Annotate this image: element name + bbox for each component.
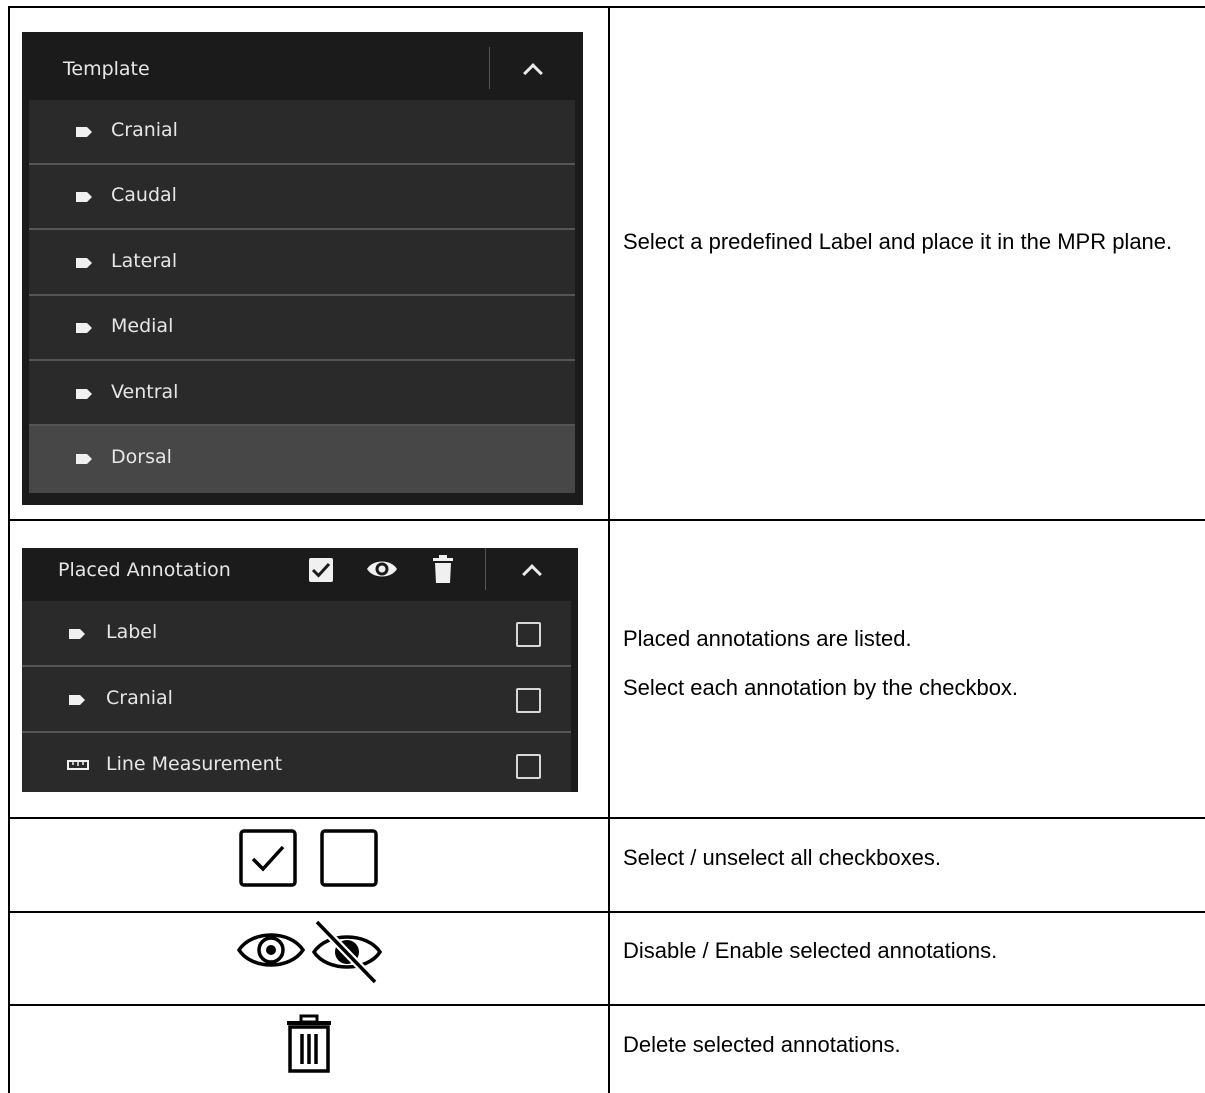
unchecked-checkbox-icon: [320, 829, 378, 891]
list-item-label: Medial: [111, 315, 174, 337]
list-item-label: Lateral: [111, 250, 178, 272]
select-all-checkbox-icon[interactable]: [308, 557, 334, 588]
header-separator: [485, 548, 486, 590]
template-panel: Template Cranial Caudal Lateral Medial V…: [22, 32, 583, 505]
table-row-divider: [8, 519, 1205, 521]
template-panel-header: Template: [22, 32, 583, 100]
table-row-divider: [8, 817, 1205, 819]
label-tag-icon: [68, 694, 86, 706]
select-all-description: Select / unselect all checkboxes.: [623, 845, 941, 870]
template-item-ventral[interactable]: Ventral: [29, 361, 575, 426]
placed-description-line2: Select each annotation by the checkbox.: [623, 675, 1019, 700]
placed-annotation-panel: Placed Annotation Label Cranial Line Mea…: [22, 548, 578, 792]
collapse-button[interactable]: [510, 550, 550, 590]
eye-off-icon: [311, 919, 383, 988]
label-tag-icon: [75, 126, 93, 138]
placed-panel-title: Placed Annotation: [58, 559, 231, 581]
chevron-up-icon: [522, 564, 542, 584]
placed-item-label[interactable]: Label: [22, 601, 571, 667]
delete-description: Delete selected annotations.: [623, 1032, 901, 1057]
list-item-label: Dorsal: [111, 446, 172, 468]
label-tag-icon: [75, 191, 93, 203]
annotation-checkbox[interactable]: [516, 622, 541, 647]
template-item-caudal[interactable]: Caudal: [29, 165, 575, 230]
table-row-divider: [8, 1004, 1205, 1006]
collapse-button[interactable]: [512, 48, 552, 88]
annotation-checkbox[interactable]: [516, 688, 541, 713]
template-item-cranial[interactable]: Cranial: [29, 100, 575, 165]
visibility-description: Disable / Enable selected annotations.: [623, 938, 998, 963]
annotation-checkbox[interactable]: [516, 754, 541, 779]
label-tag-icon: [75, 322, 93, 334]
table-border-left: [8, 6, 10, 1093]
list-item-label: Caudal: [111, 184, 177, 206]
label-tag-icon: [68, 628, 86, 640]
template-item-lateral[interactable]: Lateral: [29, 230, 575, 296]
template-item-medial[interactable]: Medial: [29, 296, 575, 361]
template-list: Cranial Caudal Lateral Medial Ventral Do…: [29, 100, 575, 493]
placed-item-cranial[interactable]: Cranial: [22, 667, 571, 733]
list-item-label: Cranial: [111, 119, 178, 141]
checked-checkbox-icon: [239, 829, 297, 891]
placed-annotation-list: Label Cranial Line Measurement: [22, 601, 571, 792]
placed-panel-header: Placed Annotation: [22, 548, 578, 601]
ruler-icon: [67, 760, 89, 772]
header-separator: [489, 47, 490, 89]
trash-icon: [285, 1014, 333, 1078]
eye-icon: [236, 925, 306, 979]
table-border-top: [8, 6, 1205, 8]
table-row-divider: [8, 911, 1205, 913]
table-divider-column: [608, 6, 610, 1093]
list-item-label: Label: [106, 621, 158, 643]
template-item-dorsal[interactable]: Dorsal: [29, 426, 575, 493]
placed-description-line1: Placed annotations are listed.: [623, 626, 912, 651]
chevron-up-icon: [523, 63, 543, 83]
trash-icon[interactable]: [432, 554, 454, 589]
label-tag-icon: [75, 453, 93, 465]
label-tag-icon: [75, 257, 93, 269]
placed-item-line-measurement[interactable]: Line Measurement: [22, 733, 571, 792]
list-item-label: Cranial: [106, 687, 173, 709]
list-item-label: Line Measurement: [106, 753, 283, 775]
template-description: Select a predefined Label and place it i…: [623, 229, 1173, 254]
label-tag-icon: [75, 388, 93, 400]
eye-icon[interactable]: [365, 557, 399, 586]
list-item-label: Ventral: [111, 381, 179, 403]
template-panel-title: Template: [63, 58, 150, 80]
